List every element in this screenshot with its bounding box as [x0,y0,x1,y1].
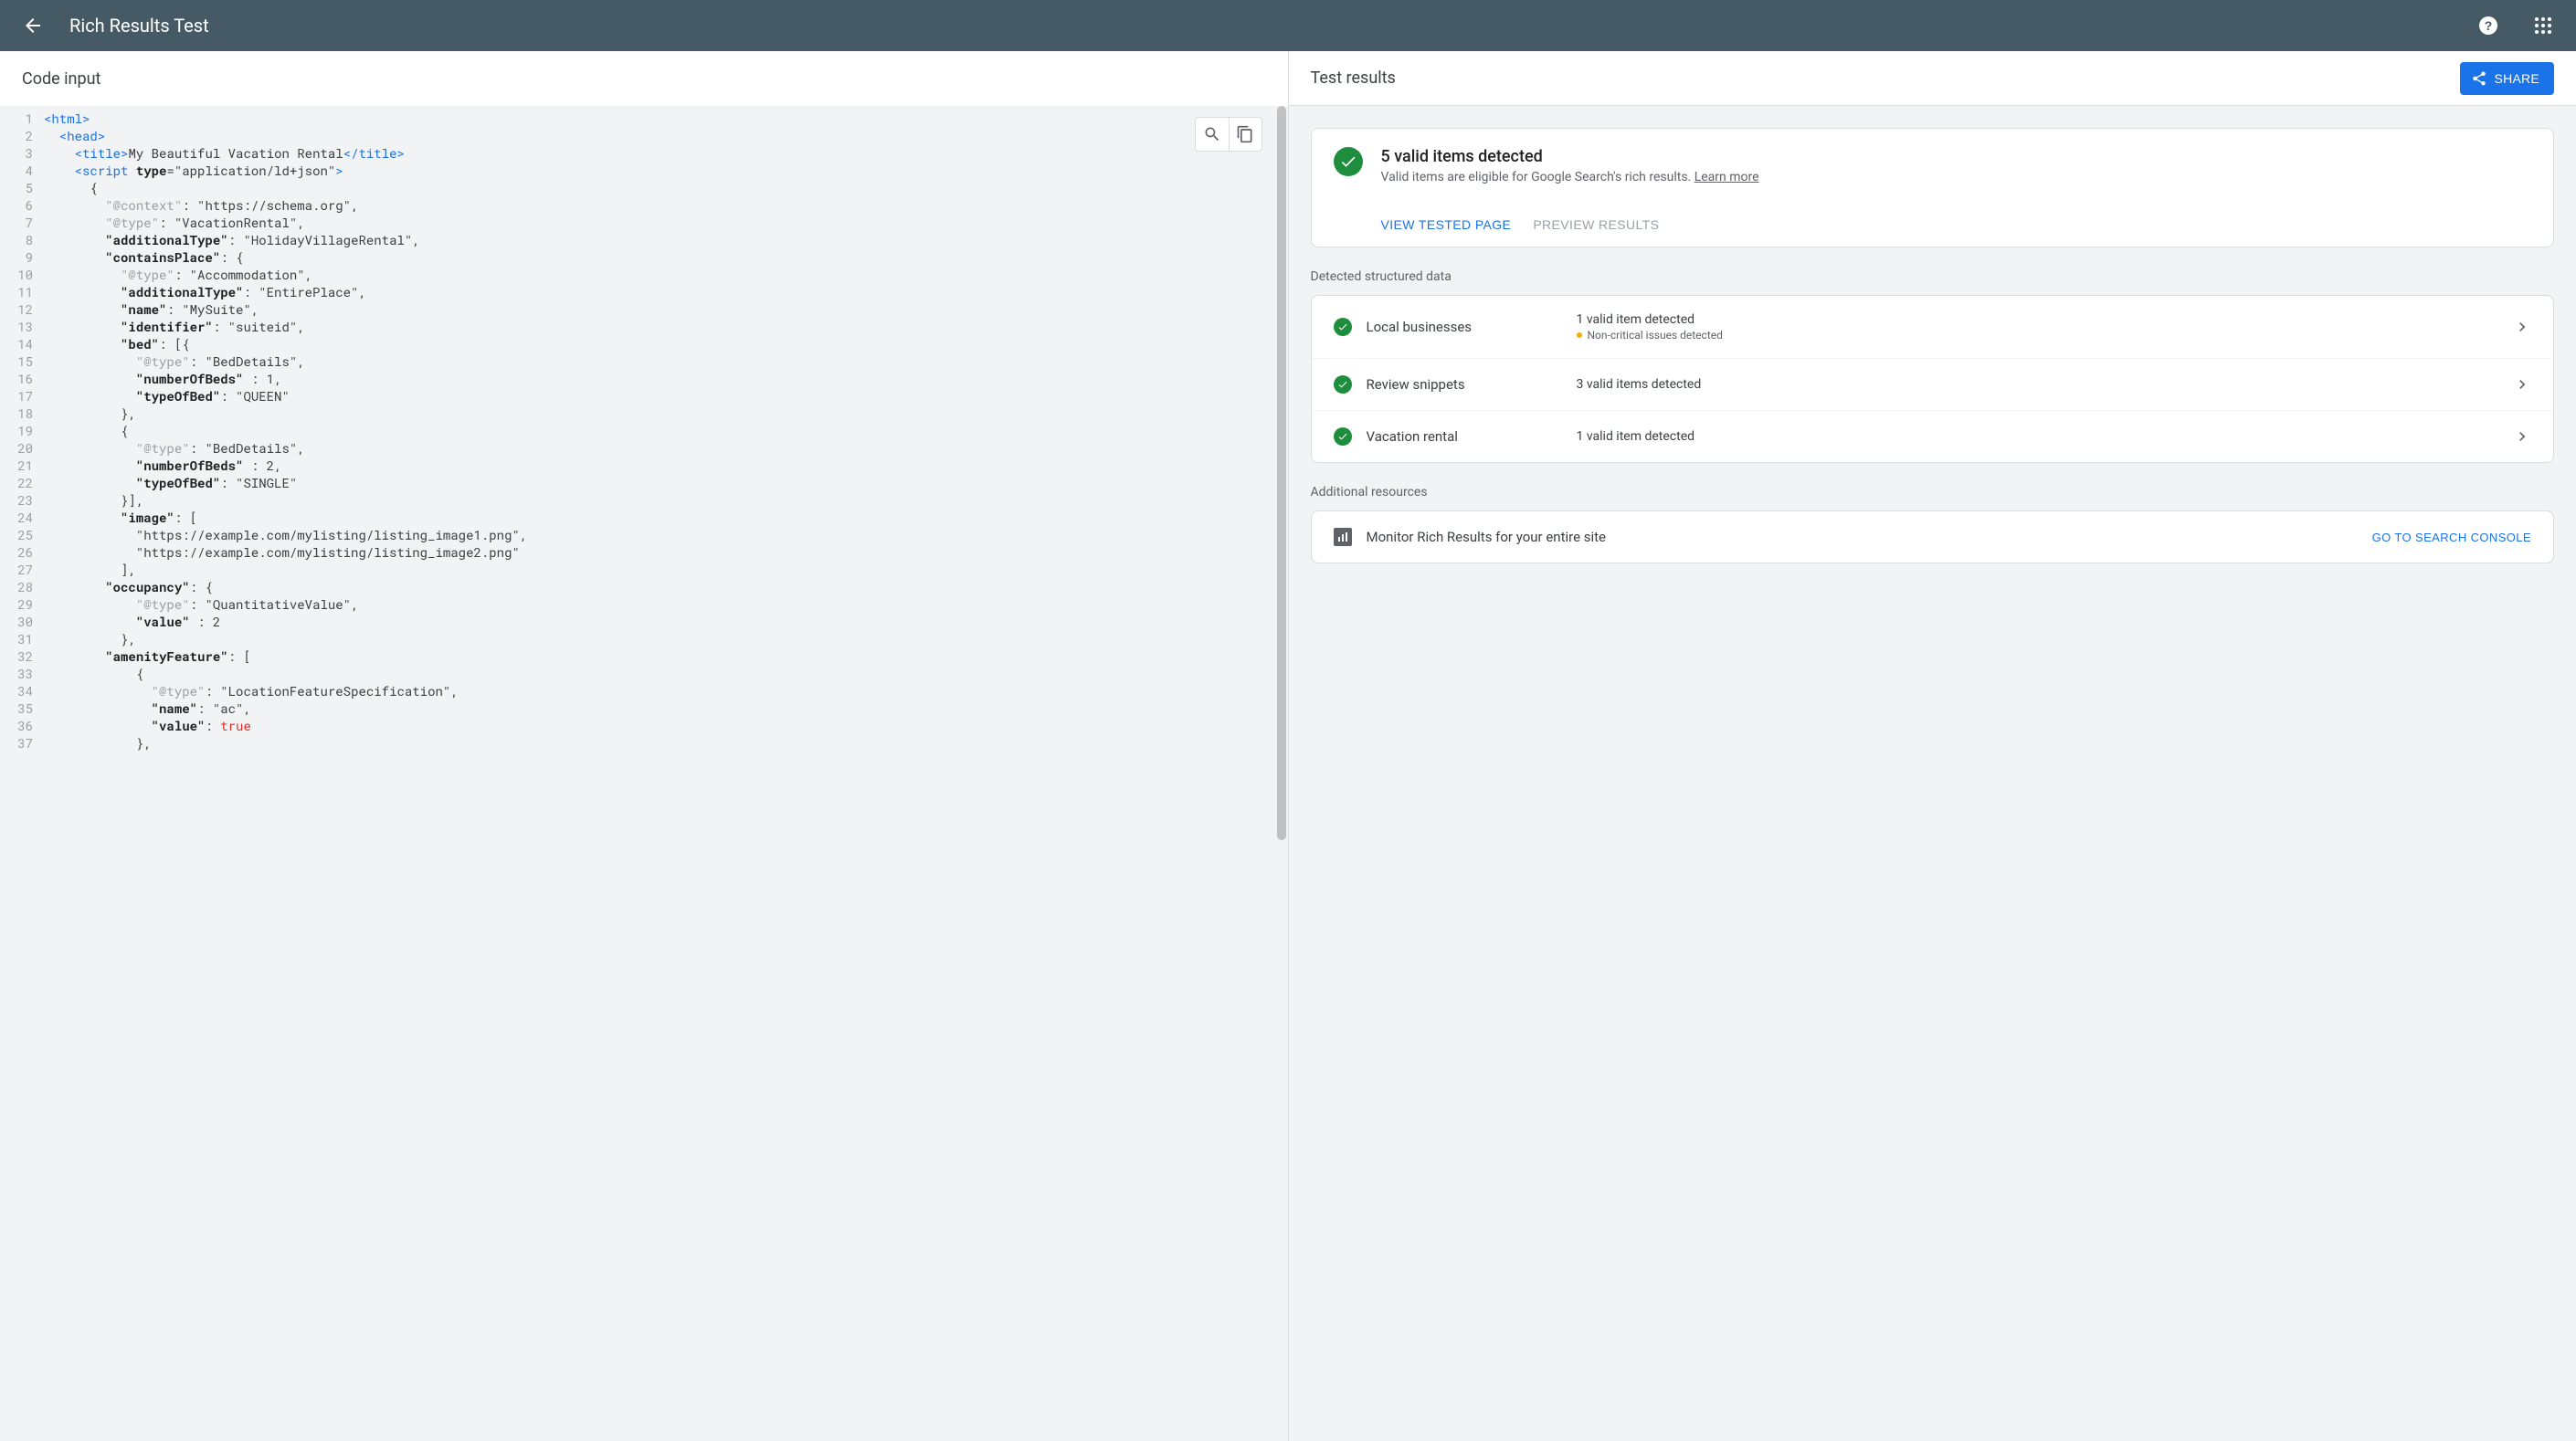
detected-item-label: Vacation rental [1367,428,1577,445]
line-number-gutter: 1234567891011121314151617181920212223242… [0,110,40,752]
analytics-icon [1334,528,1352,546]
results-pane: Test results SHARE 5 valid items detecte… [1289,51,2576,1441]
help-icon: ? [2477,15,2499,37]
detected-item-status: 3 valid items detected [1577,377,2514,392]
share-label: SHARE [2495,71,2539,86]
resource-label: Monitor Rich Results for your entire sit… [1367,529,2372,545]
chevron-right-icon [2513,318,2531,336]
success-badge [1334,147,1363,176]
additional-resources-label: Additional resources [1311,485,2555,500]
svg-text:?: ? [2485,18,2493,33]
check-circle-icon [1334,318,1352,336]
copy-icon [1236,125,1254,143]
back-button[interactable] [15,7,51,44]
search-code-button[interactable] [1196,118,1229,151]
app-header: Rich Results Test ? [0,0,2576,51]
code-input-pane: Code input 12345678910111213141516171819… [0,51,1289,1441]
app-title: Rich Results Test [69,15,209,37]
editor-scrollbar-thumb[interactable] [1277,106,1286,840]
help-button[interactable]: ? [2470,7,2507,44]
chevron-right-icon [2513,375,2531,394]
apps-button[interactable] [2525,7,2561,44]
detected-data-list: Local businesses1 valid item detectedNon… [1311,295,2555,463]
warning-dot-icon [1577,332,1582,338]
code-editor[interactable]: 1234567891011121314151617181920212223242… [0,106,1288,1441]
detected-item-row[interactable]: Local businesses1 valid item detectedNon… [1312,296,2554,358]
apps-grid-icon [2534,16,2552,35]
detected-item-status: 1 valid item detectedNon-critical issues… [1577,312,2514,342]
learn-more-link[interactable]: Learn more [1694,170,1759,184]
preview-results-button: PREVIEW RESULTS [1533,217,1659,232]
check-circle-icon [1334,427,1352,446]
code-lines[interactable]: <html> <head> <title>My Beautiful Vacati… [40,110,1288,752]
detected-data-section-label: Detected structured data [1311,269,2555,284]
detected-item-label: Review snippets [1367,376,1577,393]
detected-item-row[interactable]: Review snippets3 valid items detected [1312,358,2554,410]
editor-scrollbar[interactable] [1275,106,1288,1441]
results-title: Test results [1311,68,1396,88]
status-card: 5 valid items detected Valid items are e… [1311,128,2555,247]
share-icon [2471,70,2487,87]
detected-item-label: Local businesses [1367,319,1577,335]
chevron-right-icon [2513,427,2531,446]
search-icon [1203,125,1221,143]
view-tested-page-button[interactable]: VIEW TESTED PAGE [1381,217,1512,232]
check-circle-icon [1334,375,1352,394]
go-to-search-console-button[interactable]: GO TO SEARCH CONSOLE [2372,531,2531,544]
share-button[interactable]: SHARE [2460,62,2554,95]
editor-toolbar [1195,117,1262,152]
copy-code-button[interactable] [1229,118,1262,151]
status-title: 5 valid items detected [1381,147,1759,166]
code-input-title: Code input [22,69,100,89]
check-icon [1339,153,1357,171]
detected-item-row[interactable]: Vacation rental1 valid item detected [1312,410,2554,462]
resource-card: Monitor Rich Results for your entire sit… [1311,510,2555,563]
status-subtitle: Valid items are eligible for Google Sear… [1381,170,1759,184]
arrow-left-icon [22,15,44,37]
detected-item-status: 1 valid item detected [1577,429,2514,444]
